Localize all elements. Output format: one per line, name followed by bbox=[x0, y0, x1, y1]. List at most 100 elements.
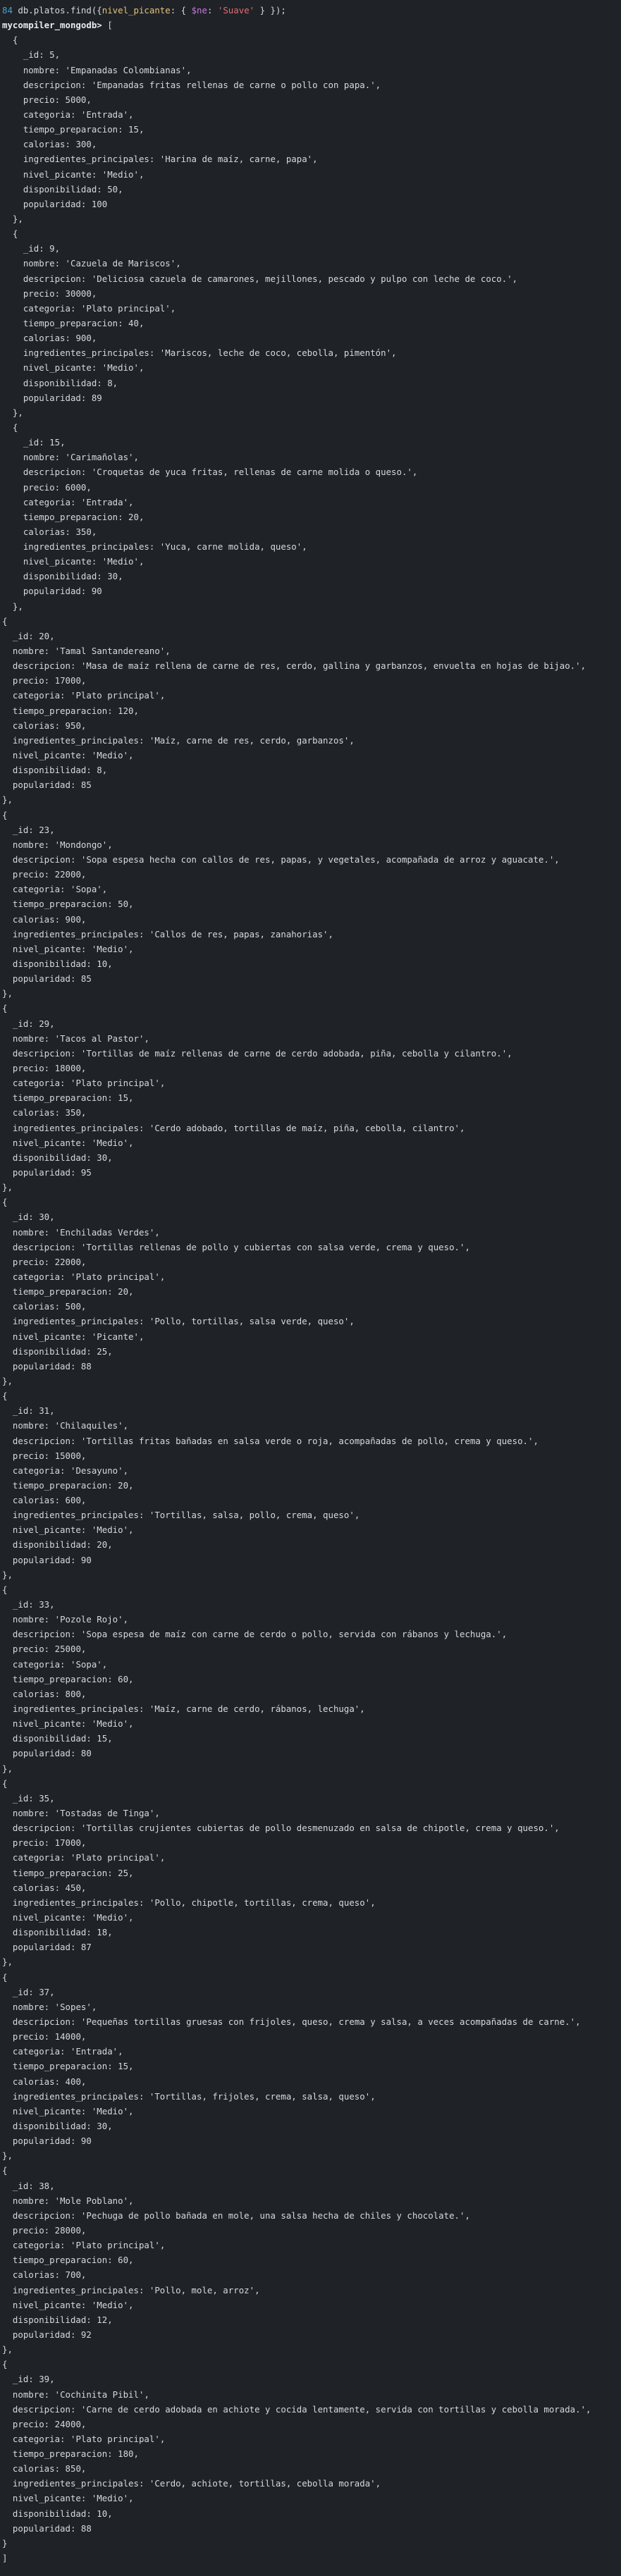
document-field-nombre: nombre: 'Cazuela de Mariscos', bbox=[2, 258, 181, 269]
field-value: 38 bbox=[39, 2180, 50, 2191]
field-key: calorias: bbox=[2, 2463, 66, 2475]
result-documents: { _id: 5, nombre: 'Empanadas Colombianas… bbox=[2, 32, 621, 2551]
field-value: 'Tortillas, salsa, pollo, crema, queso' bbox=[149, 1510, 355, 1521]
document-field-popularidad: popularidad: 90 bbox=[2, 2133, 621, 2148]
field-value: 'Medio' bbox=[102, 168, 139, 180]
field-key: calorias: bbox=[2, 2076, 66, 2087]
field-value: 'Tortillas rellenas de pollo y cubiertas… bbox=[80, 1241, 465, 1252]
field-value: 60 bbox=[118, 2255, 129, 2266]
field-key: precio: bbox=[2, 1837, 55, 1849]
document-field-ingredientes-principales: ingredientes_principales: 'Maíz, carne d… bbox=[2, 1703, 365, 1715]
document-close-brace: }, bbox=[2, 213, 23, 224]
document-field-tiempo-preparacion: tiempo_preparacion: 15, bbox=[2, 124, 145, 135]
field-key: ingredientes_principales: bbox=[2, 2284, 149, 2295]
document-field-disponibilidad: disponibilidad: 10, bbox=[2, 959, 113, 969]
field-value: 'Picante' bbox=[91, 1331, 139, 1342]
document-field-nivel-picante: nivel_picante: 'Medio', bbox=[2, 2299, 134, 2310]
document-field-tiempo-preparacion: tiempo_preparacion: 15, bbox=[2, 1092, 134, 1104]
document-field-calorias: calorias: 900, bbox=[2, 913, 87, 925]
document-field-calorias: calorias: 800, bbox=[2, 1688, 87, 1699]
field-value: 28000 bbox=[54, 2224, 81, 2236]
document-field-precio: precio: 18000, bbox=[2, 1062, 87, 1073]
document-close-brace: }, bbox=[2, 2344, 13, 2355]
field-key: descripcion: bbox=[2, 2210, 81, 2221]
field-key: _id: bbox=[2, 1986, 39, 1997]
field-value: 'Pollo, tortillas, salsa verde, queso' bbox=[149, 1316, 350, 1327]
field-key: tiempo_preparacion: bbox=[2, 899, 118, 910]
document-field-nombre: nombre: 'Enchiladas Verdes', bbox=[2, 1226, 160, 1238]
document-field-nivel-picante: nivel_picante: 'Picante', bbox=[2, 1331, 145, 1342]
document-field-nombre: nombre: 'Tostadas de Tinga', bbox=[2, 1808, 160, 1819]
field-key: nivel_picante: bbox=[2, 750, 92, 761]
command-db-call: db.platos.find({ bbox=[18, 5, 102, 16]
command-separator-2: : bbox=[207, 5, 218, 16]
field-key: calorias: bbox=[2, 139, 76, 150]
field-key: calorias: bbox=[2, 1495, 66, 1506]
field-key: popularidad: bbox=[2, 1748, 81, 1759]
document-open-brace: { bbox=[2, 615, 8, 627]
field-value: 20 bbox=[128, 511, 139, 522]
field-value: 15 bbox=[97, 1733, 108, 1744]
field-value: 'Maíz, carne de res, cerdo, garbanzos' bbox=[149, 734, 350, 746]
field-key: precio: bbox=[2, 869, 55, 880]
result-document: { _id: 39, nombre: 'Cochinita Pibil', de… bbox=[2, 2357, 621, 2551]
field-value: 400 bbox=[65, 2076, 81, 2087]
field-value: 12 bbox=[97, 2314, 108, 2325]
field-value: 20 bbox=[118, 1286, 129, 1298]
field-key: nivel_picante: bbox=[2, 1331, 92, 1342]
field-value: 90 bbox=[91, 586, 102, 597]
field-key: _id: bbox=[2, 49, 50, 61]
field-key: tiempo_preparacion: bbox=[2, 1867, 118, 1878]
output-open-bracket: [ bbox=[102, 20, 113, 31]
field-value: 17000 bbox=[54, 675, 81, 686]
document-field-disponibilidad: disponibilidad: 30, bbox=[2, 1152, 113, 1163]
document-field-categoria: categoria: 'Plato principal', bbox=[2, 2240, 166, 2251]
command-line[interactable]: 84 db.platos.find({nivel_picante: { $ne:… bbox=[2, 3, 621, 18]
field-value: 25 bbox=[97, 1345, 108, 1357]
field-value: 20 bbox=[118, 1479, 129, 1491]
field-key: _id: bbox=[2, 2180, 39, 2191]
result-document: { _id: 33, nombre: 'Pozole Rojo', descri… bbox=[2, 1582, 621, 1776]
field-key: descripcion: bbox=[2, 1047, 81, 1059]
document-field-disponibilidad: disponibilidad: 8, bbox=[2, 765, 108, 776]
field-key: calorias: bbox=[2, 720, 66, 731]
field-key: calorias: bbox=[2, 1882, 66, 1893]
field-value: 'Tortillas de maíz rellenas de carne de … bbox=[80, 1047, 508, 1059]
document-field-categoria: categoria: 'Plato principal', bbox=[2, 302, 176, 314]
document-field-calorias: calorias: 500, bbox=[2, 1301, 87, 1312]
field-key: precio: bbox=[2, 288, 66, 299]
document-field-nombre: nombre: 'Tamal Santandereano', bbox=[2, 646, 171, 657]
document-field-precio: precio: 5000, bbox=[2, 94, 92, 105]
field-key: ingredientes_principales: bbox=[2, 154, 160, 165]
field-key: categoria: bbox=[2, 690, 70, 701]
field-value: 'Medio' bbox=[91, 2105, 129, 2116]
document-field-calorias: calorias: 900, bbox=[2, 333, 97, 344]
field-key: disponibilidad: bbox=[2, 2314, 97, 2325]
field-value: 450 bbox=[65, 1882, 81, 1893]
document-field-categoria: categoria: 'Sopa', bbox=[2, 1658, 108, 1670]
field-key: nivel_picante: bbox=[2, 1524, 92, 1536]
document-field-tiempo-preparacion: tiempo_preparacion: 15, bbox=[2, 2061, 134, 2072]
field-value: 37 bbox=[39, 1986, 50, 1997]
field-key: tiempo_preparacion: bbox=[2, 2061, 118, 2072]
document-field-calorias: calorias: 700, bbox=[2, 2269, 87, 2281]
document-field-disponibilidad: disponibilidad: 18, bbox=[2, 1927, 113, 1938]
field-key: nivel_picante: bbox=[2, 2105, 92, 2116]
document-field-popularidad: popularidad: 90 bbox=[2, 584, 621, 598]
field-key: _id: bbox=[2, 630, 39, 641]
document-open-brace: { bbox=[2, 2359, 8, 2370]
document-field-calorias: calorias: 850, bbox=[2, 2463, 87, 2475]
document-field-disponibilidad: disponibilidad: 8, bbox=[2, 377, 118, 388]
field-key: popularidad: bbox=[2, 586, 92, 597]
field-key: ingredientes_principales: bbox=[2, 541, 160, 553]
document-field-descripcion: descripcion: 'Tortillas de maíz rellenas… bbox=[2, 1047, 512, 1059]
field-key: popularidad: bbox=[2, 1166, 81, 1178]
field-key: ingredientes_principales: bbox=[2, 1703, 149, 1715]
field-key: calorias: bbox=[2, 2269, 66, 2281]
field-key: popularidad: bbox=[2, 1942, 81, 1953]
field-value: 'Entrada' bbox=[80, 496, 129, 507]
mongodb-console[interactable]: 84 db.platos.find({nivel_picante: { $ne:… bbox=[0, 0, 621, 2565]
document-field-precio: precio: 30000, bbox=[2, 288, 97, 299]
field-value: 'Plato principal' bbox=[70, 2433, 160, 2444]
document-field-calorias: calorias: 350, bbox=[2, 526, 97, 537]
